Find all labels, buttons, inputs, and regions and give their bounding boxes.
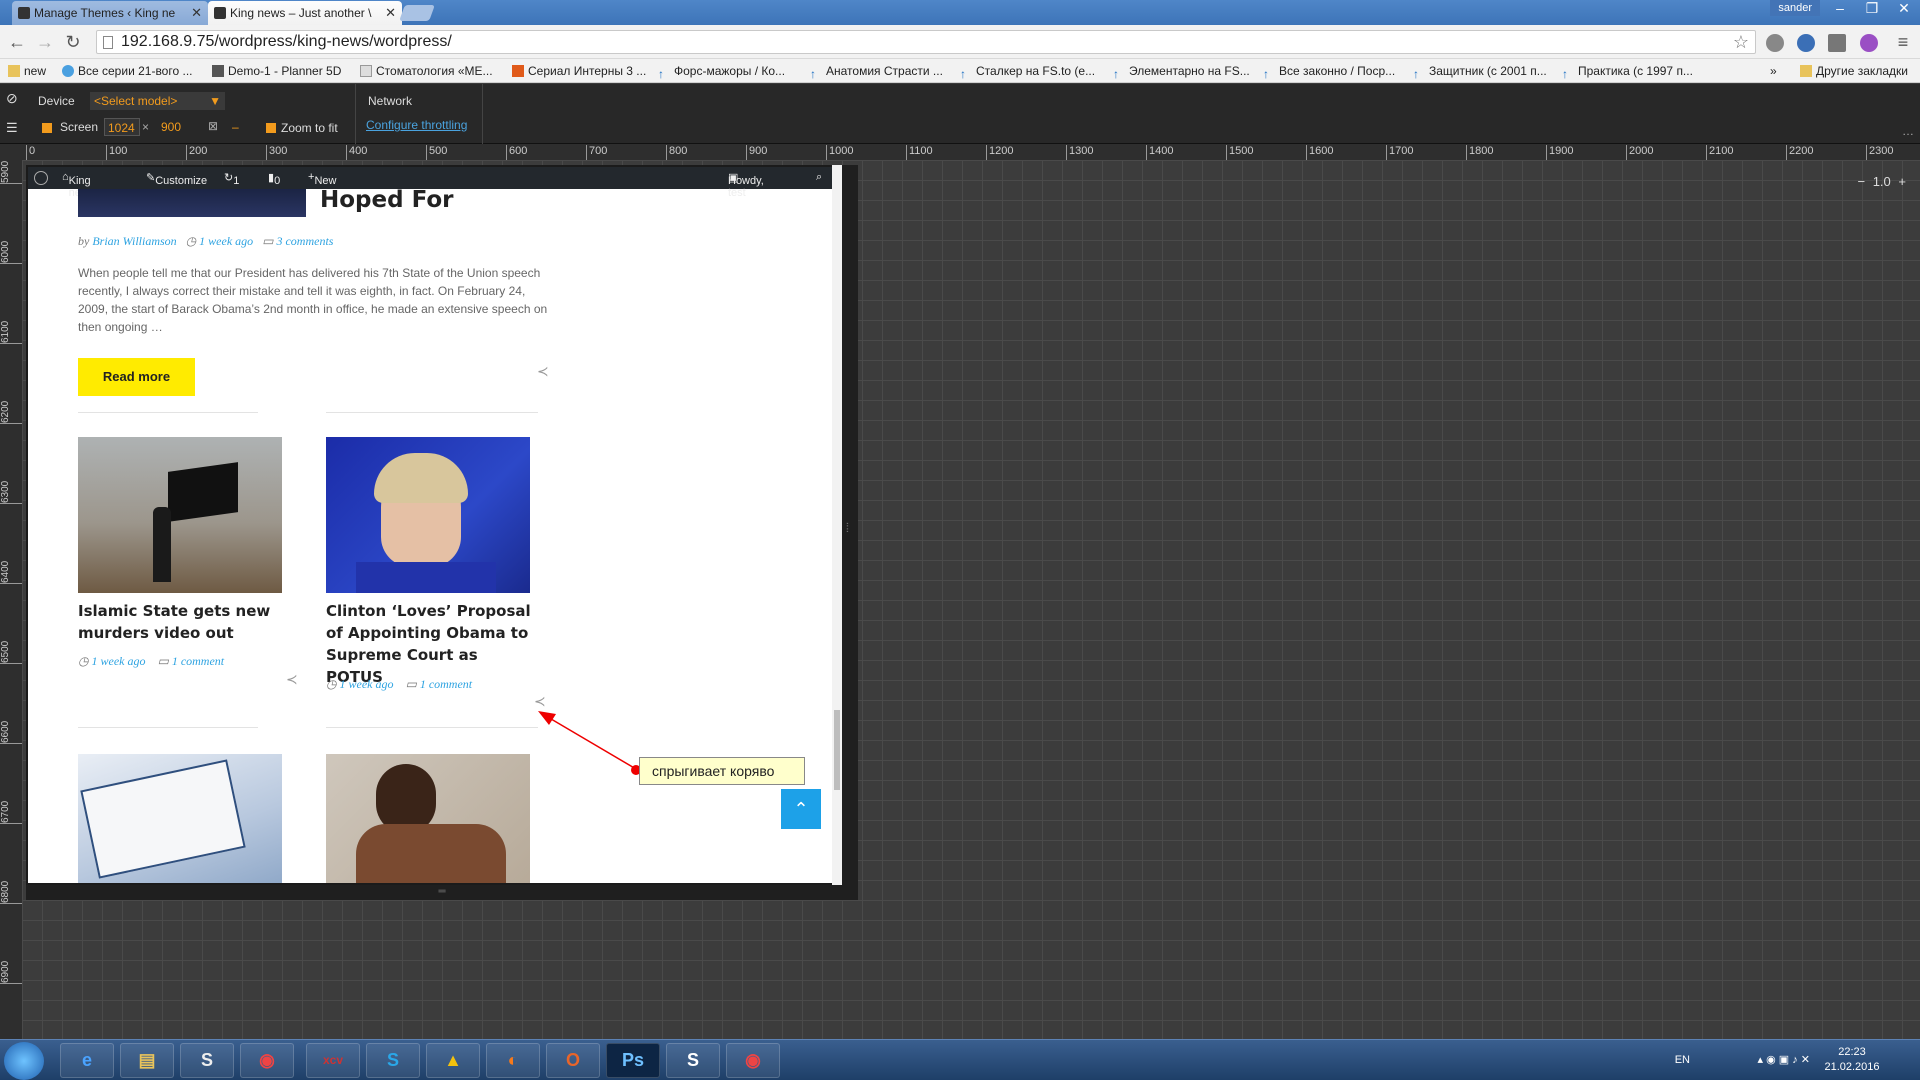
explorer-icon[interactable]: ▤ bbox=[120, 1043, 174, 1078]
sublime-icon[interactable]: S bbox=[180, 1043, 234, 1078]
chrome-icon[interactable]: ◉ bbox=[240, 1043, 294, 1078]
firefox-icon[interactable]: ◐ bbox=[486, 1043, 540, 1078]
chrome2-icon[interactable]: ◉ bbox=[726, 1043, 780, 1078]
tray-icons[interactable]: ▴ ◉ ▣ ♪ ✕ bbox=[1758, 1053, 1810, 1066]
clock[interactable]: 22:23 21.02.2016 bbox=[1822, 1045, 1882, 1075]
xcv-icon[interactable]: xcv bbox=[306, 1043, 360, 1078]
ie-icon[interactable]: e bbox=[60, 1043, 114, 1078]
skype-icon[interactable]: S bbox=[366, 1043, 420, 1078]
office-icon[interactable]: O bbox=[546, 1043, 600, 1078]
annotation-note: спрыгивает коряво bbox=[639, 757, 805, 785]
photoshop-icon[interactable]: Ps bbox=[606, 1043, 660, 1078]
drive-icon[interactable]: ▲ bbox=[426, 1043, 480, 1078]
system-tray: EN ▴ ◉ ▣ ♪ ✕ 22:23 21.02.2016 bbox=[1650, 1045, 1910, 1077]
annotation-arrow bbox=[538, 711, 637, 770]
windows-taskbar: e ▤ S ◉ xcv S ▲ ◐ O Ps S ◉ EN ▴ ◉ ▣ ♪ ✕ … bbox=[0, 1039, 1920, 1080]
start-button[interactable] bbox=[4, 1042, 44, 1080]
language-indicator[interactable]: EN bbox=[1675, 1054, 1690, 1066]
sublime2-icon[interactable]: S bbox=[666, 1043, 720, 1078]
